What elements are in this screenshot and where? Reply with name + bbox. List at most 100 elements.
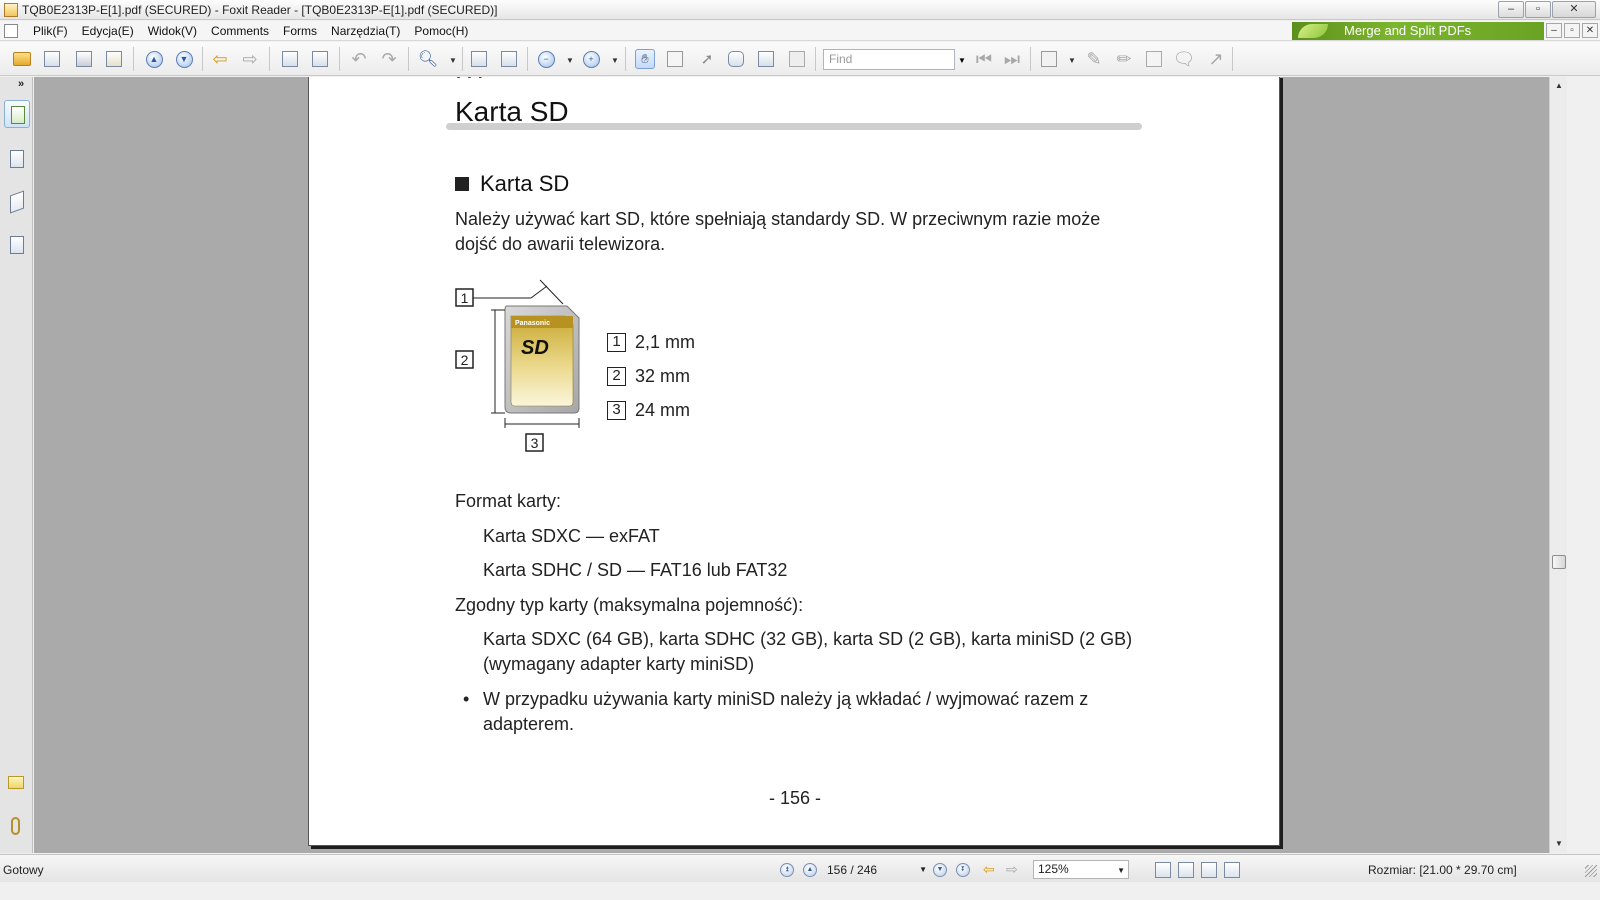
- save-icon[interactable]: [41, 48, 63, 70]
- chevron-down-icon[interactable]: ▼: [611, 56, 619, 65]
- last-page-icon[interactable]: ⏬︎: [956, 863, 970, 877]
- previous-page-icon[interactable]: ▲: [803, 863, 817, 877]
- compatible-label: Zgodny typ karty (maksymalna pojemność):: [455, 595, 804, 615]
- zoom-out-icon[interactable]: −: [535, 48, 557, 70]
- chevron-down-icon[interactable]: ▼: [919, 861, 927, 879]
- pages-panel-button[interactable]: [6, 147, 26, 169]
- zoom-in-icon[interactable]: +: [580, 48, 602, 70]
- fit-width-icon[interactable]: [498, 48, 520, 70]
- status-bar: Gotowy ⏫︎ ▲ 156 / 246 ▼ ▼ ⏬︎ ⇦ ⇨ 125% ▼ …: [0, 854, 1600, 882]
- forward-arrow-icon[interactable]: ⇨: [239, 48, 261, 70]
- minimize-button[interactable]: –: [1498, 1, 1524, 18]
- previous-text-fragment: y y y: [455, 77, 655, 78]
- print-icon[interactable]: [73, 48, 95, 70]
- sd-card-label: [510, 315, 574, 407]
- toolbar-separator: [269, 47, 270, 71]
- link-tool-icon[interactable]: ✎: [1083, 48, 1105, 70]
- redo-icon[interactable]: ↷: [378, 48, 400, 70]
- chevron-down-icon[interactable]: ▼: [958, 56, 966, 65]
- continuous-layout-icon[interactable]: [1178, 862, 1194, 878]
- list-item: • W przypadku używania karty miniSD nale…: [463, 687, 1143, 737]
- typewriter-icon[interactable]: [1143, 48, 1165, 70]
- page-number-field[interactable]: 156 / 246 ▼: [825, 861, 929, 879]
- menu-file[interactable]: Plik(F): [26, 21, 75, 41]
- menu-edit[interactable]: Edycja(E): [75, 21, 141, 41]
- menu-help[interactable]: Pomoc(H): [407, 21, 475, 41]
- navigation-sidebar: »: [0, 77, 33, 853]
- resize-grip-icon[interactable]: [1585, 865, 1597, 877]
- continuous-facing-layout-icon[interactable]: [1224, 862, 1240, 878]
- thickness-dimension-line: [539, 279, 564, 305]
- find-input[interactable]: Find: [823, 49, 955, 70]
- dimension-row: 3 24 mm: [607, 393, 695, 427]
- chevron-down-icon[interactable]: ▼: [1068, 56, 1076, 65]
- toolbar-separator: [625, 47, 626, 71]
- document-viewport[interactable]: y y y Karta SD Karta SD Należy używać ka…: [34, 77, 1549, 853]
- arrow-tool-icon[interactable]: ↗: [1205, 48, 1227, 70]
- chevron-down-icon[interactable]: ▼: [449, 56, 457, 65]
- maximize-button[interactable]: ▫: [1525, 1, 1551, 18]
- menu-forms[interactable]: Forms: [276, 21, 324, 41]
- document-icon[interactable]: [4, 23, 18, 38]
- doc-restore-button[interactable]: ▫: [1564, 23, 1580, 38]
- snapshot-icon[interactable]: [786, 48, 808, 70]
- email-icon[interactable]: [103, 48, 125, 70]
- forward-arrow-icon[interactable]: ⇨: [1006, 861, 1018, 878]
- menu-comments[interactable]: Comments: [204, 21, 276, 41]
- close-button[interactable]: ✕: [1552, 1, 1596, 18]
- select-text-icon[interactable]: [664, 48, 686, 70]
- paperclip-icon: [11, 817, 20, 835]
- zoom-select[interactable]: 125% ▼: [1033, 860, 1129, 879]
- merge-split-banner[interactable]: Merge and Split PDFs: [1292, 22, 1544, 40]
- facing-layout-icon[interactable]: [1201, 862, 1217, 878]
- text-viewer-icon[interactable]: [755, 48, 777, 70]
- undo-icon[interactable]: ↶: [348, 48, 370, 70]
- binoculars-icon[interactable]: [725, 48, 747, 70]
- menu-view[interactable]: Widok(V): [141, 21, 204, 41]
- back-arrow-icon[interactable]: ⇦: [983, 861, 995, 878]
- previous-page-icon[interactable]: ▲: [143, 48, 165, 70]
- find-next-icon[interactable]: ⏭︎: [1001, 48, 1023, 70]
- bookmarks-panel-button[interactable]: [4, 100, 30, 128]
- next-page-icon[interactable]: ▼: [933, 863, 947, 877]
- comments-panel-button[interactable]: [6, 772, 26, 794]
- expand-panel-icon[interactable]: »: [18, 78, 24, 90]
- zoom-in-magnifier-icon[interactable]: 🔍︎: [417, 48, 439, 70]
- toolbar-separator: [815, 47, 816, 71]
- comment-icon: [8, 776, 24, 789]
- status-text: Gotowy: [3, 863, 44, 877]
- extract-pages-icon[interactable]: [279, 48, 301, 70]
- menu-tools[interactable]: Narzędzia(T): [324, 21, 407, 41]
- back-arrow-icon[interactable]: ⇦: [209, 48, 231, 70]
- toolbar-separator: [462, 47, 463, 71]
- signatures-panel-button[interactable]: [6, 233, 26, 255]
- single-page-layout-icon[interactable]: [1155, 862, 1171, 878]
- merge-split-label: Merge and Split PDFs: [1344, 23, 1472, 38]
- doc-close-button[interactable]: ✕: [1582, 23, 1598, 38]
- next-page-icon[interactable]: ▼: [173, 48, 195, 70]
- annotation-tool-icon[interactable]: [1038, 48, 1060, 70]
- compatible-cards: Karta SDXC (64 GB), karta SDHC (32 GB), …: [483, 629, 1133, 674]
- insert-pages-icon[interactable]: [309, 48, 331, 70]
- open-folder-icon[interactable]: [11, 48, 33, 70]
- hand-tool-icon[interactable]: ✋︎: [634, 48, 656, 70]
- first-page-icon[interactable]: ⏫︎: [780, 863, 794, 877]
- scrollbar-thumb[interactable]: [1552, 555, 1566, 569]
- title-bar: TQB0E2313P-E[1].pdf (SECURED) - Foxit Re…: [0, 0, 1600, 20]
- window-title: TQB0E2313P-E[1].pdf (SECURED) - Foxit Re…: [22, 2, 498, 17]
- find-previous-icon[interactable]: ⏮︎: [973, 48, 995, 70]
- foxit-app-icon: [4, 2, 18, 17]
- doc-minimize-button[interactable]: –: [1546, 23, 1562, 38]
- note-icon[interactable]: 🗨︎: [1173, 48, 1196, 70]
- scroll-up-icon[interactable]: ▲: [1552, 79, 1566, 93]
- chevron-down-icon[interactable]: ▼: [1117, 862, 1125, 879]
- scroll-down-icon[interactable]: ▼: [1552, 837, 1566, 851]
- dimension-box-3-label: 3: [531, 435, 539, 451]
- fit-page-icon[interactable]: [468, 48, 490, 70]
- chevron-down-icon[interactable]: ▼: [566, 56, 574, 65]
- vertical-scrollbar[interactable]: ▲ ▼: [1549, 77, 1567, 853]
- attachments-panel-button[interactable]: [6, 815, 26, 837]
- pointer-icon[interactable]: ➚: [696, 48, 718, 70]
- pencil-icon[interactable]: ✏︎: [1113, 48, 1135, 70]
- layers-panel-button[interactable]: [6, 190, 26, 214]
